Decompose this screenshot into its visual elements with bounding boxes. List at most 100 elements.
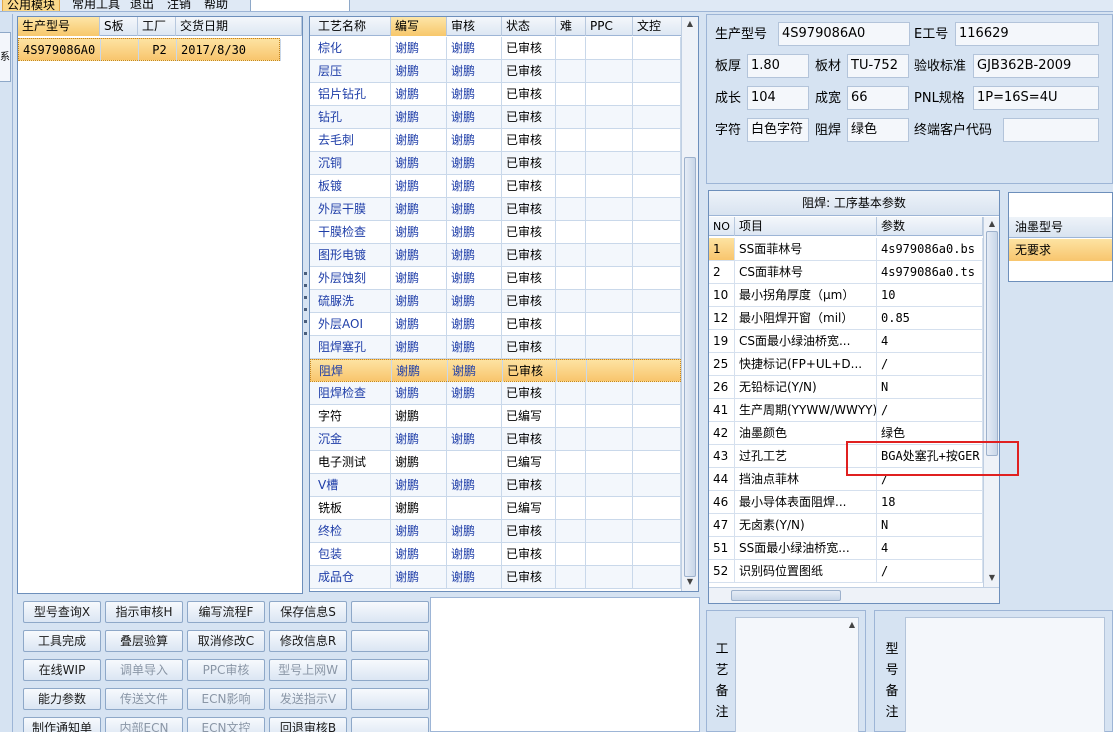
field-char[interactable]: 白色字符 <box>747 118 809 142</box>
action-button-1-1[interactable]: 叠层验算 <box>105 630 183 652</box>
table-row[interactable]: 25 快捷标记(FP+UL+D... / <box>709 353 983 376</box>
action-button-3-0[interactable]: 能力参数 <box>23 688 101 710</box>
action-button-4-1[interactable]: 内部ECN <box>105 717 183 732</box>
table-row[interactable]: 10 最小拐角厚度（μm） 10 <box>709 284 983 307</box>
table-row[interactable]: 外层干膜 谢鹏 谢鹏 已审核 <box>310 198 681 221</box>
table-row[interactable]: 19 CS面最小绿油桥宽... 4 <box>709 330 983 353</box>
col-sboard[interactable]: S板 <box>100 17 138 36</box>
col-ppc[interactable]: PPC <box>586 17 633 36</box>
col-difficulty[interactable]: 难 <box>556 17 586 36</box>
field-eno[interactable]: 116629 <box>955 22 1099 46</box>
table-row[interactable]: 阻焊 谢鹏 谢鹏 已审核 <box>310 359 682 382</box>
table-row[interactable]: 板镀 谢鹏 谢鹏 已审核 <box>310 175 681 198</box>
table-row[interactable]: 钻孔 谢鹏 谢鹏 已审核 <box>310 106 681 129</box>
table-row[interactable]: 包装 谢鹏 谢鹏 已审核 <box>310 543 681 566</box>
table-row[interactable]: 铣板 谢鹏 已编写 <box>310 497 681 520</box>
table-row[interactable]: 硫脲洗 谢鹏 谢鹏 已审核 <box>310 290 681 313</box>
action-button-2-4[interactable] <box>351 659 429 681</box>
action-button-1-4[interactable] <box>351 630 429 652</box>
table-row[interactable]: 外层蚀刻 谢鹏 谢鹏 已审核 <box>310 267 681 290</box>
action-button-0-1[interactable]: 指示审核H <box>105 601 183 623</box>
process-scroll-thumb[interactable] <box>684 157 696 577</box>
table-row[interactable]: 12 最小阻焊开窗（mil） 0.85 <box>709 307 983 330</box>
action-button-3-4[interactable] <box>351 688 429 710</box>
table-row[interactable]: 电子测试 谢鹏 已编写 <box>310 451 681 474</box>
col-param[interactable]: 参数 <box>877 217 983 236</box>
col-reviewer[interactable]: 审核 <box>447 17 502 36</box>
action-button-0-3[interactable]: 保存信息S <box>269 601 347 623</box>
table-row[interactable]: 终检 谢鹏 谢鹏 已审核 <box>310 520 681 543</box>
col-factory[interactable]: 工厂 <box>138 17 176 36</box>
action-button-4-4[interactable] <box>351 717 429 732</box>
table-row[interactable]: 46 最小导体表面阻焊... 18 <box>709 491 983 514</box>
process-remark-text[interactable]: ▲ <box>735 617 859 732</box>
menu-exit[interactable]: 退出 <box>126 0 158 11</box>
table-row[interactable]: 阻焊检查 谢鹏 谢鹏 已审核 <box>310 382 681 405</box>
field-thickness[interactable]: 1.80 <box>747 54 809 78</box>
table-row[interactable]: 干膜检查 谢鹏 谢鹏 已审核 <box>310 221 681 244</box>
field-model[interactable]: 4S979086A0 <box>778 22 910 46</box>
field-material[interactable]: TU-752 <box>847 54 909 78</box>
table-row[interactable]: 字符 谢鹏 已编写 <box>310 405 681 428</box>
field-standard[interactable]: GJB362B-2009 <box>973 54 1099 78</box>
action-button-2-3[interactable]: 型号上网W <box>269 659 347 681</box>
action-button-4-0[interactable]: 制作通知单 <box>23 717 101 732</box>
table-row[interactable]: 51 SS面最小绿油桥宽... 4 <box>709 537 983 560</box>
table-row[interactable]: 41 生产周期(YYWW/WWYY) / <box>709 399 983 422</box>
col-date[interactable]: 交货日期 <box>176 17 302 36</box>
action-button-1-0[interactable]: 工具完成 <box>23 630 101 652</box>
table-row[interactable]: 4S979086A0 P2 2017/8/30 <box>18 38 281 61</box>
col-doc-control[interactable]: 文控 <box>633 17 682 36</box>
action-button-0-4[interactable] <box>351 601 429 623</box>
action-button-1-3[interactable]: 修改信息R <box>269 630 347 652</box>
table-row[interactable]: 沉金 谢鹏 谢鹏 已审核 <box>310 428 681 451</box>
params-hscroll-thumb[interactable] <box>731 590 841 601</box>
action-button-0-0[interactable]: 型号查询X <box>23 601 101 623</box>
col-process-name[interactable]: 工艺名称 <box>310 17 391 36</box>
action-button-1-2[interactable]: 取消修改C <box>187 630 265 652</box>
action-button-3-2[interactable]: ECN影响 <box>187 688 265 710</box>
field-pnl[interactable]: 1P=16S=4U <box>973 86 1099 110</box>
col-no[interactable]: NO <box>709 217 735 236</box>
table-row[interactable]: 层压 谢鹏 谢鹏 已审核 <box>310 60 681 83</box>
params-scrollbar[interactable]: ▲ ▼ <box>983 217 999 587</box>
left-side-tab[interactable]: 系 <box>0 32 11 82</box>
table-row[interactable]: V槽 谢鹏 谢鹏 已审核 <box>310 474 681 497</box>
action-button-2-2[interactable]: PPC审核 <box>187 659 265 681</box>
field-width[interactable]: 66 <box>847 86 909 110</box>
action-button-0-2[interactable]: 编写流程F <box>187 601 265 623</box>
field-mask[interactable]: 绿色 <box>847 118 909 142</box>
action-button-2-1[interactable]: 调单导入 <box>105 659 183 681</box>
ink-value-row[interactable]: 无要求 <box>1009 239 1112 261</box>
table-row[interactable]: 铝片钻孔 谢鹏 谢鹏 已审核 <box>310 83 681 106</box>
table-row[interactable]: 1 SS面菲林号 4s979086a0.bs <box>709 238 983 261</box>
model-remark-text[interactable] <box>905 617 1105 732</box>
menu-common-tools[interactable]: 常用工具 <box>68 0 124 11</box>
field-customer[interactable] <box>1003 118 1099 142</box>
col-writer[interactable]: 编写 <box>391 17 447 36</box>
table-row[interactable]: 外层AOI 谢鹏 谢鹏 已审核 <box>310 313 681 336</box>
table-row[interactable]: 去毛刺 谢鹏 谢鹏 已审核 <box>310 129 681 152</box>
col-model[interactable]: 生产型号 <box>18 17 100 36</box>
table-row[interactable]: 沉铜 谢鹏 谢鹏 已审核 <box>310 152 681 175</box>
col-status[interactable]: 状态 <box>502 17 556 36</box>
params-scroll-thumb[interactable] <box>986 231 998 456</box>
table-row[interactable]: 2 CS面菲林号 4s979086a0.ts <box>709 261 983 284</box>
action-button-4-2[interactable]: ECN文控 <box>187 717 265 732</box>
col-item[interactable]: 项目 <box>735 217 877 236</box>
menu-help[interactable]: 帮助 <box>200 0 232 11</box>
table-row[interactable]: 成品仓 谢鹏 谢鹏 已审核 <box>310 566 681 589</box>
params-hscrollbar[interactable] <box>709 587 999 603</box>
table-row[interactable]: 阻焊塞孔 谢鹏 谢鹏 已审核 <box>310 336 681 359</box>
action-button-4-3[interactable]: 回退审核B <box>269 717 347 732</box>
table-row[interactable]: 26 无铅标记(Y/N) N <box>709 376 983 399</box>
table-row[interactable]: 棕化 谢鹏 谢鹏 已审核 <box>310 37 681 60</box>
menu-public-module[interactable]: 公用模块 <box>2 0 61 11</box>
action-button-3-3[interactable]: 发送指示V <box>269 688 347 710</box>
action-button-2-0[interactable]: 在线WIP <box>23 659 101 681</box>
action-button-3-1[interactable]: 传送文件 <box>105 688 183 710</box>
process-scrollbar[interactable]: ▲ ▼ <box>681 17 698 591</box>
table-row[interactable]: 图形电镀 谢鹏 谢鹏 已审核 <box>310 244 681 267</box>
panel-splitter[interactable] <box>302 270 309 340</box>
menu-combo[interactable] <box>250 0 350 11</box>
